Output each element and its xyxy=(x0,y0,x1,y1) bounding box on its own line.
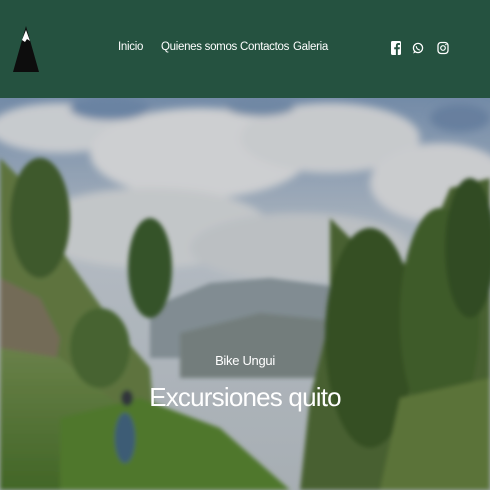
nav-item-quienes-somos[interactable]: Quienes somos xyxy=(161,41,237,53)
facebook-icon[interactable] xyxy=(391,40,401,56)
hero-background-image xyxy=(0,98,490,490)
nav-item-contactos[interactable]: Contactos xyxy=(240,41,289,53)
nav-item-galeria[interactable]: Galeria xyxy=(293,41,328,53)
whatsapp-icon[interactable] xyxy=(412,40,424,56)
hero-section: Bike Ungui Excursiones quito xyxy=(0,98,490,490)
hero-subtitle: Bike Ungui xyxy=(215,353,275,368)
instagram-icon[interactable] xyxy=(437,40,449,56)
hero-title: Excursiones quito xyxy=(149,382,341,412)
nav-item-inicio[interactable]: Inicio xyxy=(118,41,143,53)
site-header: Inicio Quienes somos Contactos Galeria xyxy=(0,0,490,98)
